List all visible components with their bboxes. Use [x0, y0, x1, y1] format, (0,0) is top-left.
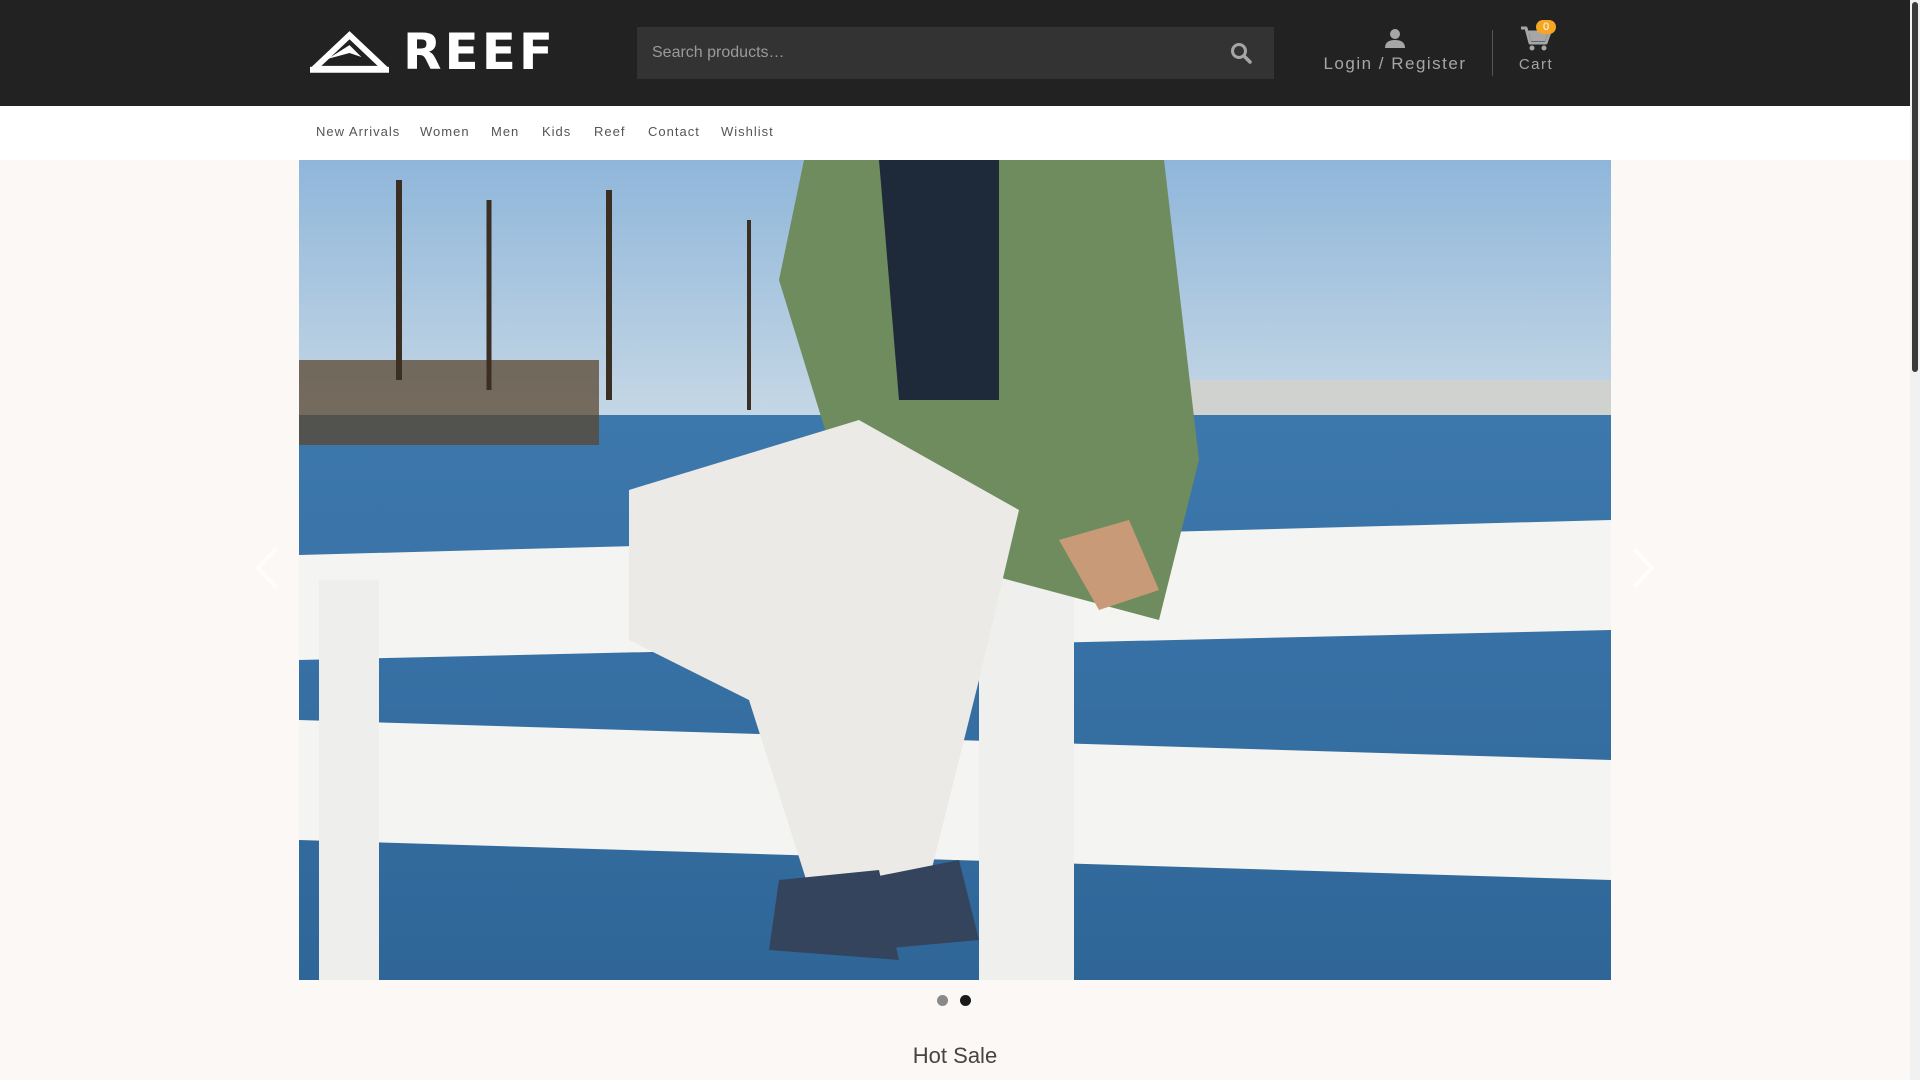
nav-item-new-arrivals[interactable]: New Arrivals	[316, 124, 400, 139]
reef-mountain-icon	[310, 31, 390, 73]
scrollbar-thumb[interactable]	[1912, 2, 1918, 372]
slider-dot-2-active[interactable]	[960, 995, 971, 1006]
hero-slide-image	[299, 160, 1611, 980]
header-divider	[1492, 30, 1493, 76]
nav-item-reef[interactable]: Reef	[594, 124, 625, 139]
cart-button[interactable]: 0 Cart	[1506, 20, 1566, 78]
brand-name: REEF	[403, 23, 556, 81]
nav-item-wishlist[interactable]: Wishlist	[721, 124, 774, 139]
login-register-link[interactable]: Login / Register	[1310, 28, 1480, 78]
slider-pagination	[937, 995, 977, 1007]
slider-dot-1[interactable]	[937, 995, 948, 1006]
search-input[interactable]	[637, 27, 1197, 79]
cart-count-badge: 0	[1536, 20, 1556, 34]
login-register-label: Login / Register	[1323, 54, 1467, 73]
slider-next-arrow-icon[interactable]	[1628, 545, 1658, 591]
main-navigation: New Arrivals Women Men Kids Reef Contact…	[0, 106, 1910, 160]
site-header: REEF Login / Register 0 Cart	[0, 0, 1910, 106]
hot-sale-title: Hot Sale	[912, 1043, 998, 1068]
search-button[interactable]	[1207, 27, 1274, 79]
hero-slider	[299, 160, 1611, 980]
nav-item-contact[interactable]: Contact	[648, 124, 700, 139]
user-icon	[1385, 29, 1405, 48]
cart-label: Cart	[1518, 56, 1554, 73]
search-icon	[1230, 43, 1252, 64]
nav-item-kids[interactable]: Kids	[542, 124, 571, 139]
page-scrollbar[interactable]	[1910, 0, 1920, 1080]
search-bar	[637, 27, 1274, 79]
nav-item-men[interactable]: Men	[491, 124, 519, 139]
slider-prev-arrow-icon[interactable]	[252, 545, 282, 591]
reef-logo[interactable]: REEF	[310, 23, 556, 81]
nav-item-women[interactable]: Women	[420, 124, 470, 139]
